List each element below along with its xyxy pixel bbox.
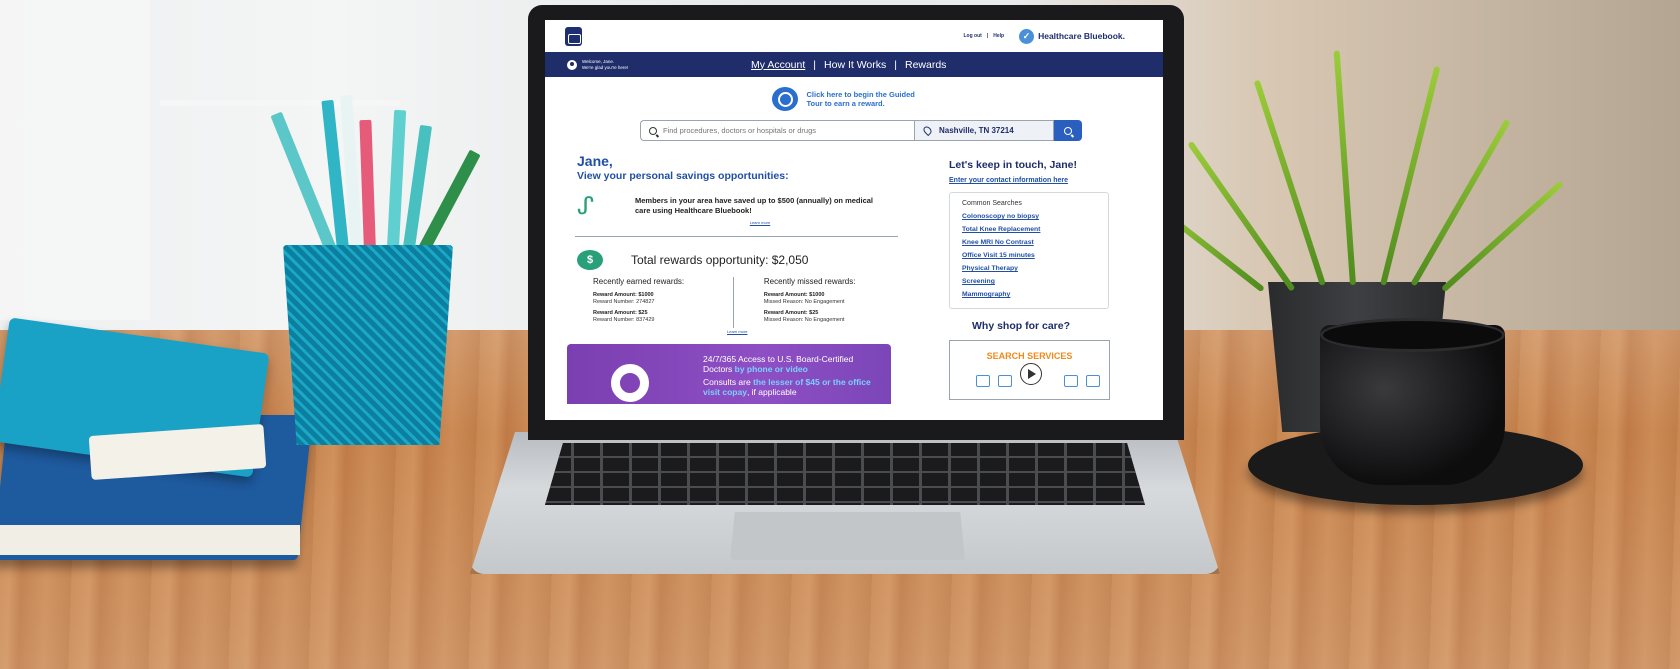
- common-searches-title: Common Searches: [962, 200, 1022, 207]
- flask-icon: [998, 375, 1012, 387]
- common-search-link[interactable]: Screening: [962, 278, 1096, 285]
- stethoscope-icon: ᔑ: [577, 193, 595, 220]
- guided-tour-icon: [771, 87, 798, 111]
- promo-line1-highlight: by phone or video: [734, 364, 808, 374]
- reward-amount: Reward Amount: $25: [763, 310, 819, 316]
- welcome-block: Welcome, Jane. We're glad you're here!: [545, 59, 735, 70]
- member-savings-text: Members in your area have saved up to $5…: [635, 196, 874, 215]
- guided-tour-line1: Click here to begin the Guided: [806, 90, 915, 99]
- search-field[interactable]: [640, 120, 914, 141]
- sidebar-column: Let's keep in touch, Jane! Enter your co…: [885, 153, 1163, 404]
- reward-amount: Reward Amount: $1000: [763, 292, 825, 298]
- book-pages: [0, 525, 300, 555]
- reward-amount: Reward Amount: $25: [593, 310, 648, 316]
- missed-reason: Missed Reason: No Engagement: [763, 317, 845, 323]
- monitor-icon: [1086, 375, 1100, 387]
- search-services-title: SEARCH SERVICES: [986, 351, 1073, 361]
- search-input[interactable]: [663, 126, 903, 135]
- nav-separator: |: [813, 58, 817, 71]
- guided-tour-line2: Tour to earn a reward.: [806, 99, 885, 108]
- member-savings: ᔑ Members in your area have saved up to …: [577, 193, 885, 226]
- welcome-subline: We're glad you're here!: [582, 64, 629, 70]
- list-item: Reward Amount: $25 Reward Number: 837429: [593, 310, 733, 323]
- keep-in-touch-title: Let's keep in touch, Jane!: [949, 159, 1077, 171]
- rewards-learn-more-link[interactable]: Learn more: [727, 329, 885, 334]
- mug-rim: [1320, 318, 1505, 352]
- earned-rewards-title: Recently earned rewards:: [593, 277, 685, 286]
- list-item: Reward Amount: $1000 Reward Number: 2748…: [593, 292, 733, 305]
- laptop-screen: Log out | Help ✓ Healthcare Bluebook. We…: [545, 20, 1163, 420]
- log-out-link[interactable]: Log out: [964, 33, 982, 39]
- location-field[interactable]: Nashville, TN 37214: [914, 120, 1054, 141]
- reward-number: Reward Number: 274827: [593, 299, 655, 305]
- earned-rewards: Recently earned rewards: Reward Amount: …: [593, 277, 733, 328]
- common-search-link[interactable]: Physical Therapy: [962, 265, 1096, 272]
- search-button-icon: [1064, 126, 1072, 135]
- common-search-link[interactable]: Mammography: [962, 291, 1096, 298]
- nav-how-it-works[interactable]: How It Works: [824, 59, 886, 71]
- location-pin-icon: [921, 124, 934, 137]
- pencil-cup: [283, 245, 453, 445]
- bluebook-logo-icon: ✓: [1019, 28, 1035, 44]
- promo-line2: Consults are the lesser of $45 or the of…: [703, 377, 883, 397]
- user-icon: [567, 59, 577, 70]
- search-button[interactable]: [1054, 120, 1082, 141]
- nav-my-account[interactable]: My Account: [751, 59, 805, 71]
- brand-name: Healthcare Bluebook.: [1038, 31, 1125, 41]
- nav-links: My Account | How It Works | Rewards: [751, 59, 946, 71]
- background-shelf-board: [160, 100, 400, 106]
- top-links: Log out | Help ✓ Healthcare Bluebook.: [964, 28, 1125, 44]
- missed-rewards: Recently missed rewards: Reward Amount: …: [732, 277, 885, 328]
- search-services-video[interactable]: SEARCH SERVICES: [949, 340, 1110, 400]
- search-row: Nashville, TN 37214: [545, 120, 1163, 141]
- savings-learn-more-link[interactable]: Learn more: [635, 220, 885, 225]
- why-shop-title: Why shop for care?: [972, 320, 1071, 332]
- list-item: Reward Amount: $1000 Missed Reason: No E…: [764, 292, 885, 305]
- search-icon: [649, 126, 657, 135]
- background-shelf: [0, 0, 150, 320]
- company-logo-icon[interactable]: [565, 26, 582, 46]
- guided-tour-banner[interactable]: Click here to begin the Guided Tour to e…: [545, 87, 1163, 111]
- rewards-header: $ Total rewards opportunity: $2,050: [577, 250, 885, 270]
- top-bar: Log out | Help ✓ Healthcare Bluebook.: [545, 20, 1163, 52]
- main-content: Jane, View your personal savings opportu…: [545, 153, 1163, 404]
- service-icons: [976, 375, 1100, 387]
- contact-info-link[interactable]: Enter your contact information here: [949, 177, 1163, 184]
- common-search-link[interactable]: Office Visit 15 minutes: [962, 252, 1096, 259]
- brand-logo[interactable]: ✓ Healthcare Bluebook.: [1019, 28, 1125, 44]
- scan-icon: [1064, 375, 1078, 387]
- savings-subtitle: View your personal savings opportunities…: [577, 170, 789, 182]
- dollar-icon: $: [577, 250, 603, 270]
- rewards-columns: Recently earned rewards: Reward Amount: …: [577, 277, 885, 328]
- common-search-link[interactable]: Total Knee Replacement: [962, 226, 1096, 233]
- common-search-link[interactable]: Colonoscopy no biopsy: [962, 213, 1096, 220]
- common-searches-panel: Common Searches Colonoscopy no biopsy To…: [949, 192, 1109, 309]
- reward-amount: Reward Amount: $1000: [593, 292, 654, 298]
- telehealth-promo-banner[interactable]: 24/7/365 Access to U.S. Board-Certified …: [567, 344, 891, 404]
- list-item: Reward Amount: $25 Missed Reason: No Eng…: [764, 310, 885, 323]
- keyboard-rows: [545, 443, 1145, 505]
- common-search-link[interactable]: Knee MRI No Contrast: [962, 239, 1096, 246]
- greeting-name: Jane,: [577, 153, 613, 169]
- savings-column: Jane, View your personal savings opportu…: [545, 153, 898, 404]
- location-value: Nashville, TN 37214: [939, 126, 1014, 135]
- missed-reason: Missed Reason: No Engagement: [763, 299, 845, 305]
- laptop-trackpad: [730, 512, 965, 560]
- section-divider: [575, 236, 898, 237]
- help-link[interactable]: Help: [993, 33, 1004, 39]
- total-rewards: Total rewards opportunity: $2,050: [631, 253, 809, 267]
- promo-line2-text: Consults are: [703, 377, 754, 387]
- nav-rewards[interactable]: Rewards: [905, 59, 946, 71]
- promo-ring-icon: [611, 364, 649, 402]
- main-nav: Welcome, Jane. We're glad you're here! M…: [545, 52, 1163, 77]
- guided-tour-text[interactable]: Click here to begin the Guided Tour to e…: [807, 90, 937, 108]
- nav-separator: |: [894, 58, 897, 71]
- promo-line1: 24/7/365 Access to U.S. Board-Certified …: [703, 354, 883, 374]
- missed-rewards-title: Recently missed rewards:: [763, 277, 856, 286]
- syringe-icon: [976, 375, 990, 387]
- promo-line2-tail: , if applicable: [746, 387, 797, 397]
- reward-number: Reward Number: 837429: [593, 317, 655, 323]
- top-links-separator: |: [986, 33, 989, 39]
